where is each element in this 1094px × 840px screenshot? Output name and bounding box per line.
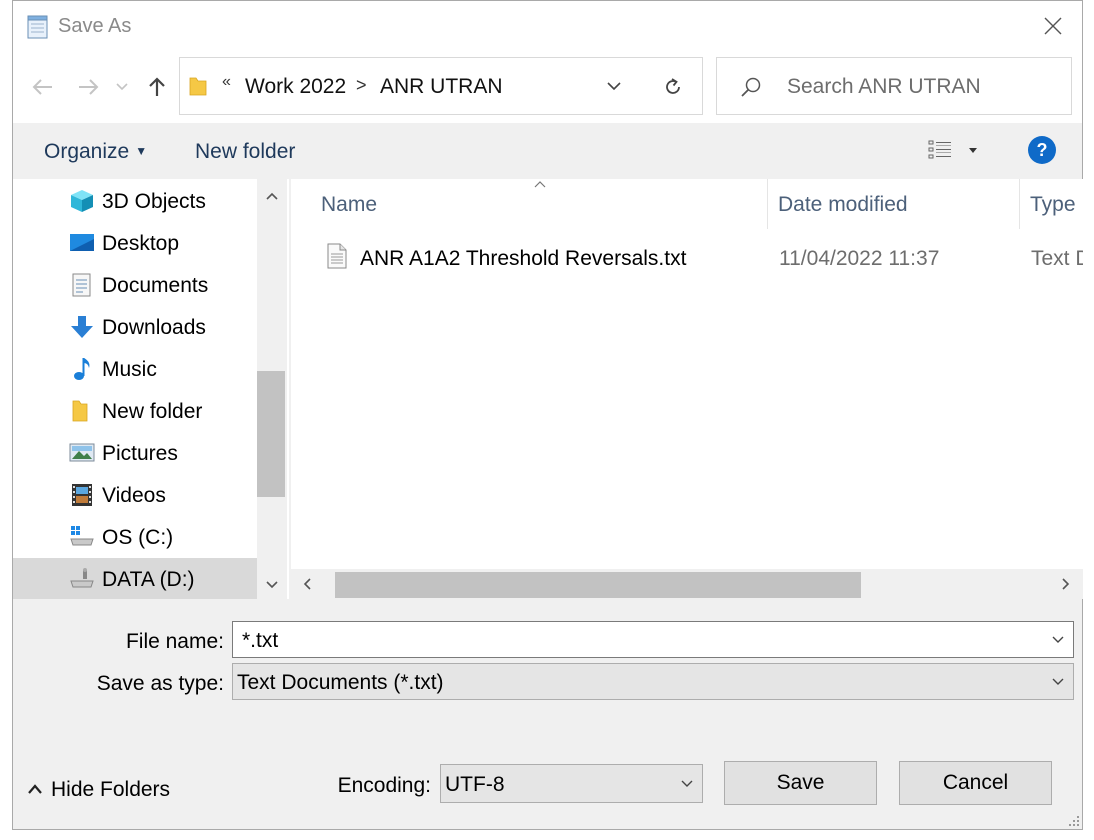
table-row[interactable]: ANR A1A2 Threshold Reversals.txt 11/04/2… xyxy=(311,237,1083,279)
sidebar-item-3d-objects[interactable]: 3D Objects xyxy=(13,180,257,222)
search-icon xyxy=(741,77,761,97)
help-button[interactable]: ? xyxy=(1028,136,1056,164)
file-type: Text D xyxy=(1031,247,1083,270)
resize-grip-icon[interactable] xyxy=(1068,815,1080,827)
new-folder-button[interactable]: New folder xyxy=(195,140,295,164)
column-divider[interactable] xyxy=(767,179,768,229)
sidebar-item-new-folder[interactable]: New folder xyxy=(13,390,257,432)
file-name-label: File name: xyxy=(125,630,224,653)
hide-folders-button[interactable]: Hide Folders xyxy=(27,778,170,802)
close-icon[interactable] xyxy=(1042,15,1064,37)
scroll-down-arrow-icon[interactable] xyxy=(264,577,280,593)
command-toolbar: Organize ▼ New folder ? xyxy=(13,123,1082,179)
chevron-down-icon[interactable] xyxy=(604,76,624,96)
sidebar-item-documents[interactable]: Documents xyxy=(13,264,257,306)
scroll-right-arrow-icon[interactable] xyxy=(1058,576,1074,592)
search-box[interactable]: Search ANR UTRAN xyxy=(716,57,1072,115)
breadcrumb-overflow[interactable]: « xyxy=(222,73,231,91)
chevron-up-icon xyxy=(28,784,42,794)
search-input[interactable]: Search ANR UTRAN xyxy=(787,75,981,99)
save-as-type-select[interactable]: Text Documents (*.txt) xyxy=(232,663,1074,700)
view-options-caret-icon[interactable] xyxy=(967,145,979,155)
up-arrow-icon[interactable] xyxy=(145,75,169,99)
save-as-type-value: Text Documents (*.txt) xyxy=(237,671,444,694)
desktop-icon xyxy=(70,234,94,251)
title-bar: Save As xyxy=(13,1,1082,49)
sidebar-item-data-d[interactable]: DATA (D:) xyxy=(13,558,257,599)
back-arrow-icon[interactable] xyxy=(31,75,55,99)
documents-icon xyxy=(72,273,91,297)
sidebar-scrollbar-thumb[interactable] xyxy=(257,371,285,497)
sidebar-item-videos[interactable]: Videos xyxy=(13,474,257,516)
column-header-date-modified[interactable]: Date modified xyxy=(778,193,908,217)
file-name-field[interactable]: *.txt xyxy=(232,621,1074,658)
sidebar-item-label: New folder xyxy=(102,400,203,423)
save-button[interactable]: Save xyxy=(724,761,877,805)
file-list-pane: Name Date modified Type ANR A1A2 Thresho… xyxy=(291,179,1083,599)
sidebar-item-pictures[interactable]: Pictures xyxy=(13,432,257,474)
chevron-down-icon[interactable] xyxy=(680,779,694,789)
sidebar-item-downloads[interactable]: Downloads xyxy=(13,306,257,348)
downloads-icon xyxy=(71,316,93,338)
sidebar-item-label: OS (C:) xyxy=(102,526,174,549)
chevron-down-icon[interactable] xyxy=(1051,635,1065,645)
horizontal-scrollbar-thumb[interactable] xyxy=(335,572,861,598)
encoding-select[interactable]: UTF-8 xyxy=(440,764,703,803)
navigation-bar: « Work 2022 > ANR UTRAN Search ANR UTRAN xyxy=(13,49,1082,123)
notepad-icon xyxy=(27,15,48,39)
scroll-up-arrow-icon[interactable] xyxy=(264,188,280,204)
sidebar-scrollbar[interactable] xyxy=(257,179,287,599)
forward-arrow-icon[interactable] xyxy=(76,75,100,99)
save-as-type-label: Save as type: xyxy=(96,672,224,695)
recent-locations-chevron-icon[interactable] xyxy=(115,80,129,94)
3d-objects-icon xyxy=(71,190,93,212)
text-file-icon xyxy=(327,243,347,269)
videos-icon xyxy=(72,484,92,506)
column-divider[interactable] xyxy=(1019,179,1020,229)
drive-icon xyxy=(70,568,94,588)
navigation-pane: 3D Objects Desktop Documents Downloads M… xyxy=(13,179,289,599)
sidebar-item-music[interactable]: Music xyxy=(13,348,257,390)
address-bar[interactable]: « Work 2022 > ANR UTRAN xyxy=(179,57,703,115)
folder-icon xyxy=(189,77,207,96)
music-icon xyxy=(74,358,90,380)
drive-icon xyxy=(70,526,94,546)
cancel-button[interactable]: Cancel xyxy=(899,761,1052,805)
file-name-value[interactable]: *.txt xyxy=(242,629,278,653)
sidebar-item-desktop[interactable]: Desktop xyxy=(13,222,257,264)
sidebar-item-label: Documents xyxy=(102,274,209,297)
caret-down-icon: ▼ xyxy=(135,144,148,158)
encoding-value: UTF-8 xyxy=(445,773,505,796)
sidebar-item-label: Downloads xyxy=(102,316,206,339)
save-as-dialog: Save As « Work 2022 > ANR UTRAN Search A… xyxy=(12,0,1083,830)
sidebar-item-label: 3D Objects xyxy=(102,190,206,213)
chevron-down-icon[interactable] xyxy=(1051,677,1065,687)
organize-menu-button[interactable]: Organize ▼ xyxy=(44,140,147,164)
sidebar-item-label: DATA (D:) xyxy=(102,568,195,591)
window-title: Save As xyxy=(58,15,132,37)
pictures-icon xyxy=(69,443,95,462)
encoding-label: Encoding: xyxy=(337,774,431,797)
sidebar-item-label: Videos xyxy=(102,484,166,507)
column-header-type[interactable]: Type xyxy=(1030,193,1076,217)
folder-icon xyxy=(72,400,88,422)
horizontal-scrollbar[interactable] xyxy=(291,569,1083,599)
sort-ascending-icon xyxy=(534,181,546,188)
file-name: ANR A1A2 Threshold Reversals.txt xyxy=(360,247,687,270)
column-header-name[interactable]: Name xyxy=(321,193,377,217)
refresh-button[interactable] xyxy=(643,57,703,115)
breadcrumb-anr-utran[interactable]: ANR UTRAN xyxy=(380,75,503,99)
sidebar-item-label: Desktop xyxy=(102,232,180,255)
breadcrumb-separator[interactable]: > xyxy=(356,75,367,96)
refresh-icon xyxy=(666,78,680,94)
breadcrumb-work-2022[interactable]: Work 2022 xyxy=(245,75,346,99)
file-date-modified: 11/04/2022 11:37 xyxy=(779,247,940,270)
sidebar-item-label: Music xyxy=(102,358,157,381)
sidebar-item-os-c[interactable]: OS (C:) xyxy=(13,516,257,558)
sidebar-item-label: Pictures xyxy=(102,442,178,465)
details-view-icon[interactable] xyxy=(927,137,953,163)
hide-folders-label: Hide Folders xyxy=(51,778,171,801)
scroll-left-arrow-icon[interactable] xyxy=(299,576,315,592)
organize-label: Organize xyxy=(44,140,130,163)
